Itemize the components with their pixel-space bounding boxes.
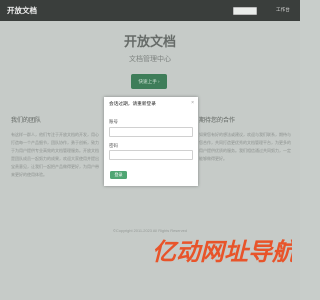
password-field[interactable] (109, 150, 193, 160)
modal-title: 会话过期，请重新登录 (109, 101, 156, 106)
login-modal: 会话过期，请重新登录 × 账号 密码 登录 (104, 97, 198, 186)
workbench-link[interactable]: 工作台 (276, 7, 290, 13)
watermark-logo: 亿动网址导航 (152, 239, 292, 266)
footer-copyright: ©Copyright 2011-2023 All Rights Reserved (113, 228, 187, 233)
hero-subtitle: 文档管理中心 (129, 56, 171, 63)
team-text: 有这样一群人，他们专注于开放文档的开发，用心打造每一个产品细节，团队协作，勇于创… (11, 132, 99, 177)
cooperation-text: 如果您有好的想法或建议，欢迎与我们联系，期待与您合作，共同打造更优秀的文档管理平… (199, 132, 291, 161)
team-title: 我们的团队 (11, 118, 42, 124)
close-icon[interactable]: × (191, 100, 194, 106)
search-input[interactable] (233, 7, 257, 15)
brand-logo[interactable]: 开放文档 (7, 5, 37, 16)
hero-title: 开放文档 (123, 34, 176, 49)
team-section: 我们的团队 有这样一群人，他们专注于开放文档的开发，用心打造每一个产品细节，团队… (11, 115, 101, 179)
cooperation-section: 期待您的合作 如果您有好的想法或建议，欢迎与我们联系，期待与您合作，共同打造更优… (199, 115, 291, 163)
navbar: 开放文档 工作台 (0, 0, 300, 21)
username-field[interactable] (109, 127, 193, 137)
cooperation-title: 期待您的合作 (199, 118, 236, 124)
login-button[interactable]: 登录 (110, 171, 127, 179)
watermark-text: 亿动网址导航 (152, 239, 292, 266)
quick-start-button[interactable]: 快速上手 › (131, 74, 167, 89)
password-label: 密码 (109, 143, 118, 148)
username-label: 账号 (109, 119, 118, 124)
